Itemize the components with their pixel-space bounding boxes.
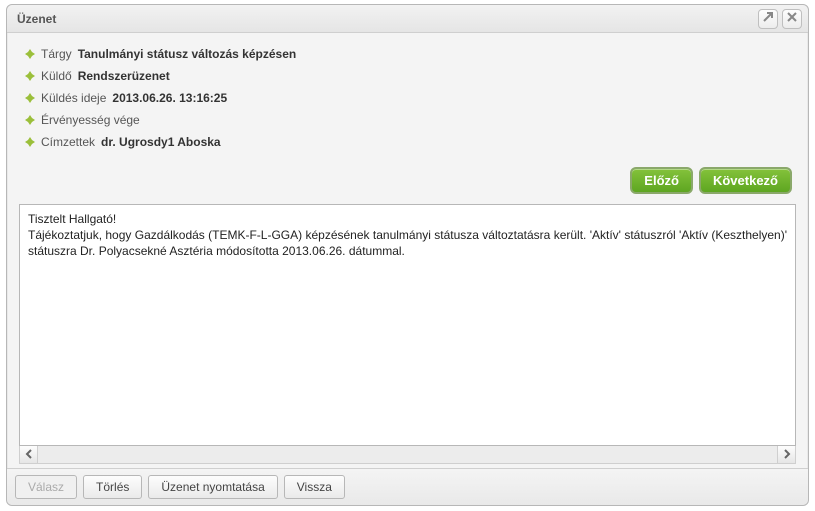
close-button[interactable] <box>782 9 802 29</box>
meta-sender-label: Küldő <box>41 69 72 83</box>
meta-validity: Érvényesség vége <box>25 109 796 131</box>
reply-button[interactable]: Válasz <box>15 475 77 499</box>
chevron-left-icon <box>24 448 34 462</box>
meta-sender-value: Rendszerüzenet <box>78 69 170 83</box>
maximize-button[interactable] <box>758 9 778 29</box>
bullet-icon <box>25 137 35 147</box>
meta-subject: Tárgy Tanulmányi státusz változás képzés… <box>25 43 796 65</box>
meta-recipients-value: dr. Ugrosdy1 Aboska <box>101 135 221 149</box>
meta-recipients: Címzettek dr. Ugrosdy1 Aboska <box>25 131 796 153</box>
meta-recipients-label: Címzettek <box>41 135 95 149</box>
delete-button[interactable]: Törlés <box>83 475 142 499</box>
message-dialog: Üzenet Tárgy Tanulmányi státusz változás… <box>6 4 809 506</box>
bullet-icon <box>25 49 35 59</box>
bullet-icon <box>25 71 35 81</box>
maximize-icon <box>762 11 774 26</box>
dialog-footer: Válasz Törlés Üzenet nyomtatása Vissza <box>7 468 808 505</box>
chevron-right-icon <box>782 448 792 462</box>
meta-sent: Küldés ideje 2013.06.26. 13:16:25 <box>25 87 796 109</box>
message-body[interactable]: Tisztelt Hallgató! Tájékoztatjuk, hogy G… <box>19 204 796 446</box>
message-text: Tájékoztatjuk, hogy Gazdálkodás (TEMK-F-… <box>28 227 787 259</box>
nav-row: Előző Következő <box>19 153 796 204</box>
next-button[interactable]: Következő <box>699 167 792 194</box>
horizontal-scrollbar[interactable] <box>19 446 796 464</box>
message-greeting: Tisztelt Hallgató! <box>28 211 787 227</box>
meta-sent-label: Küldés ideje <box>41 91 106 105</box>
scroll-right-button[interactable] <box>777 446 795 463</box>
meta-section: Tárgy Tanulmányi státusz változás képzés… <box>19 43 796 153</box>
prev-button[interactable]: Előző <box>630 167 693 194</box>
dialog-content: Tárgy Tanulmányi státusz változás képzés… <box>7 33 808 468</box>
message-area: Tisztelt Hallgató! Tájékoztatjuk, hogy G… <box>19 204 796 464</box>
back-button[interactable]: Vissza <box>284 475 345 499</box>
meta-sent-value: 2013.06.26. 13:16:25 <box>112 91 227 105</box>
dialog-titlebar: Üzenet <box>7 5 808 33</box>
dialog-title: Üzenet <box>17 12 754 26</box>
bullet-icon <box>25 115 35 125</box>
print-button[interactable]: Üzenet nyomtatása <box>148 475 277 499</box>
meta-sender: Küldő Rendszerüzenet <box>25 65 796 87</box>
meta-subject-value: Tanulmányi státusz változás képzésen <box>78 47 297 61</box>
close-icon <box>786 11 798 26</box>
meta-subject-label: Tárgy <box>41 47 72 61</box>
bullet-icon <box>25 93 35 103</box>
scroll-track[interactable] <box>38 446 777 463</box>
meta-validity-label: Érvényesség vége <box>41 113 140 127</box>
scroll-left-button[interactable] <box>20 446 38 463</box>
